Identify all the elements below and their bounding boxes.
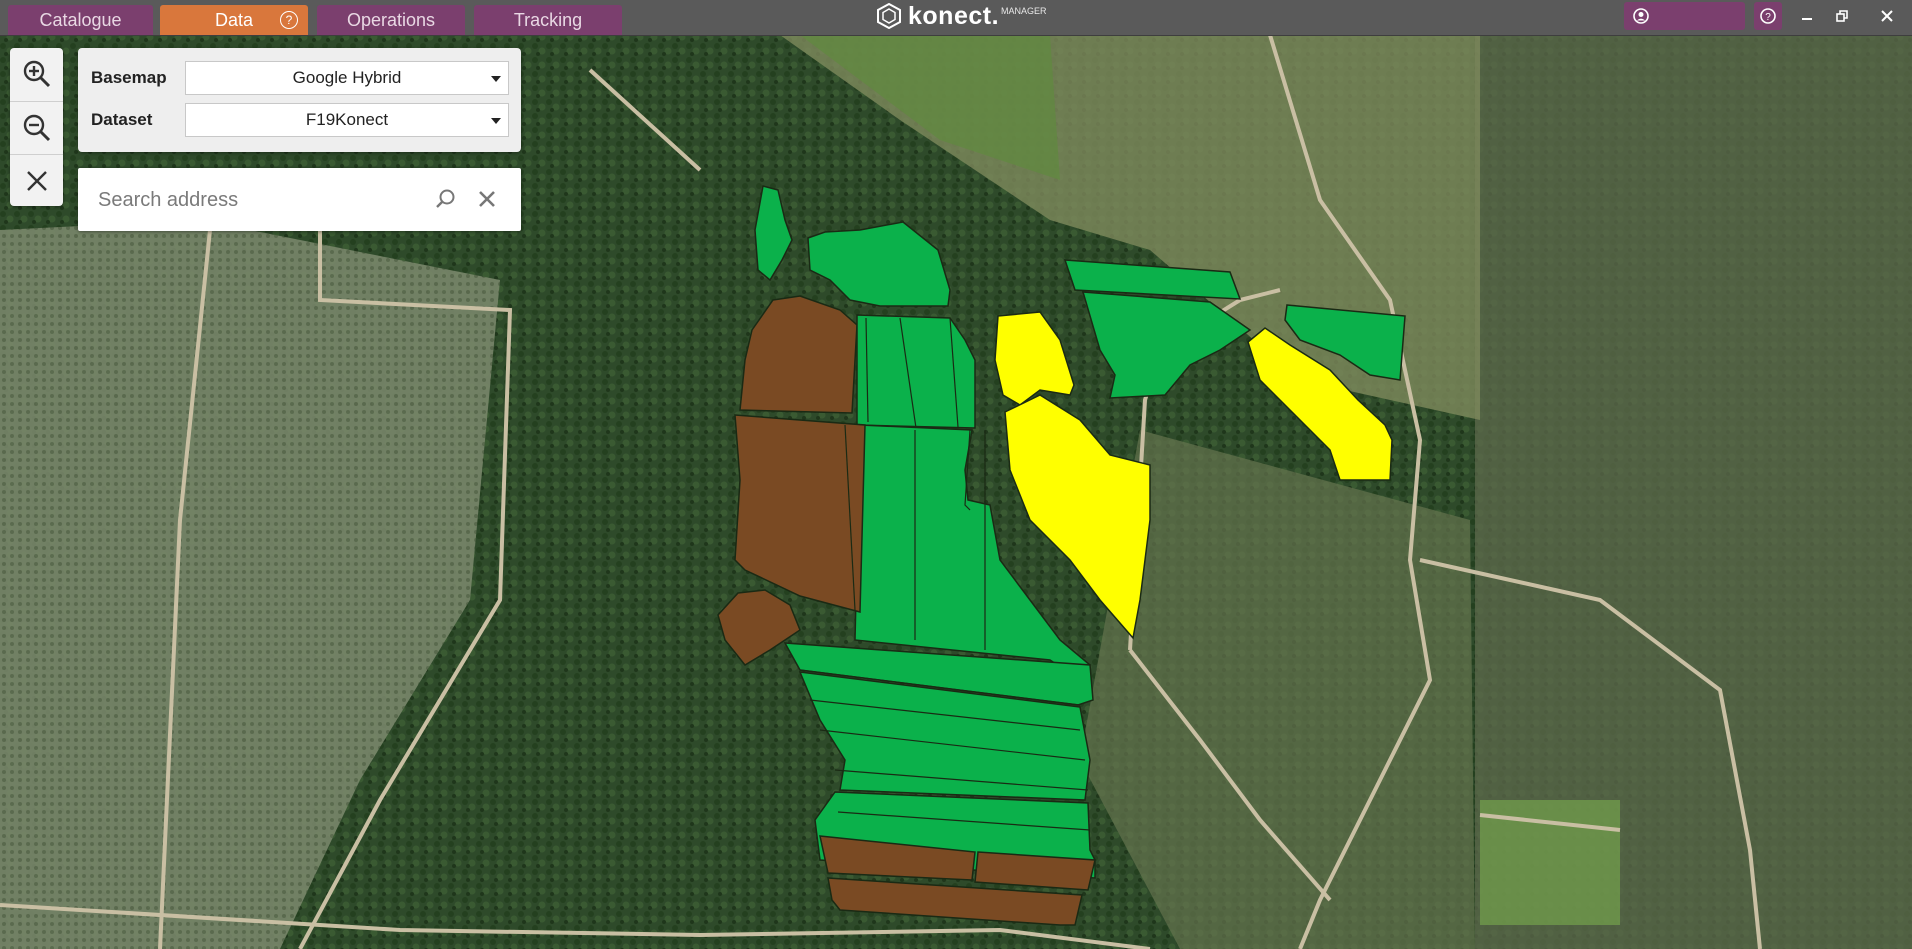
basemap-row: Basemap Google Hybrid xyxy=(78,58,521,96)
zoom-in-icon xyxy=(23,60,50,88)
brand-logo: konect. MANAGER xyxy=(876,2,1047,30)
dataset-select[interactable]: F19Konect xyxy=(185,103,509,137)
konect-logo-icon xyxy=(877,3,901,29)
close-window-button[interactable] xyxy=(1873,2,1901,30)
zoom-out-icon xyxy=(23,114,50,142)
chevron-down-icon xyxy=(491,76,501,82)
layer-panel: Basemap Google Hybrid Dataset F19Konect xyxy=(78,48,521,152)
tab-label: Operations xyxy=(346,10,436,30)
help-circle-icon: ? xyxy=(1760,8,1776,24)
dataset-row: Dataset F19Konect xyxy=(78,100,521,138)
zoom-in-button[interactable] xyxy=(10,48,63,100)
zoom-out-button[interactable] xyxy=(10,101,63,154)
map-zoom-controls xyxy=(10,48,63,206)
tab-data[interactable]: Data ? xyxy=(160,5,308,35)
svg-text:?: ? xyxy=(1765,12,1771,23)
dataset-label: Dataset xyxy=(91,110,153,129)
close-icon xyxy=(1881,10,1893,22)
close-icon xyxy=(26,171,47,191)
help-button[interactable]: ? xyxy=(1754,2,1782,30)
user-icon xyxy=(1633,8,1649,24)
tab-catalogue[interactable]: Catalogue xyxy=(8,5,153,35)
search-address-input[interactable] xyxy=(96,183,420,217)
brand-name: konect. xyxy=(908,1,1000,30)
basemap-label: Basemap xyxy=(91,68,167,87)
restore-icon xyxy=(1836,10,1848,22)
tab-operations[interactable]: Operations xyxy=(317,5,465,35)
basemap-select[interactable]: Google Hybrid xyxy=(185,61,509,95)
tab-label: Catalogue xyxy=(39,10,122,30)
dataset-value: F19Konect xyxy=(305,110,389,129)
top-bar: Catalogue Data ? Operations Tracking kon… xyxy=(0,0,1912,36)
search-icon[interactable] xyxy=(434,188,456,210)
brand-sub: MANAGER xyxy=(1001,6,1047,16)
restore-button[interactable] xyxy=(1828,2,1856,30)
tab-tracking[interactable]: Tracking xyxy=(474,5,622,35)
help-icon[interactable]: ? xyxy=(280,11,298,29)
minimize-button[interactable] xyxy=(1793,2,1821,30)
close-map-button[interactable] xyxy=(10,154,63,207)
minimize-icon xyxy=(1802,18,1812,20)
chevron-down-icon xyxy=(491,118,501,124)
tab-label: Tracking xyxy=(513,10,583,30)
tab-label: Data xyxy=(214,10,254,30)
basemap-value: Google Hybrid xyxy=(292,68,402,87)
clear-search-icon[interactable] xyxy=(477,189,497,209)
address-search xyxy=(78,168,521,231)
user-account-button[interactable] xyxy=(1624,2,1745,30)
